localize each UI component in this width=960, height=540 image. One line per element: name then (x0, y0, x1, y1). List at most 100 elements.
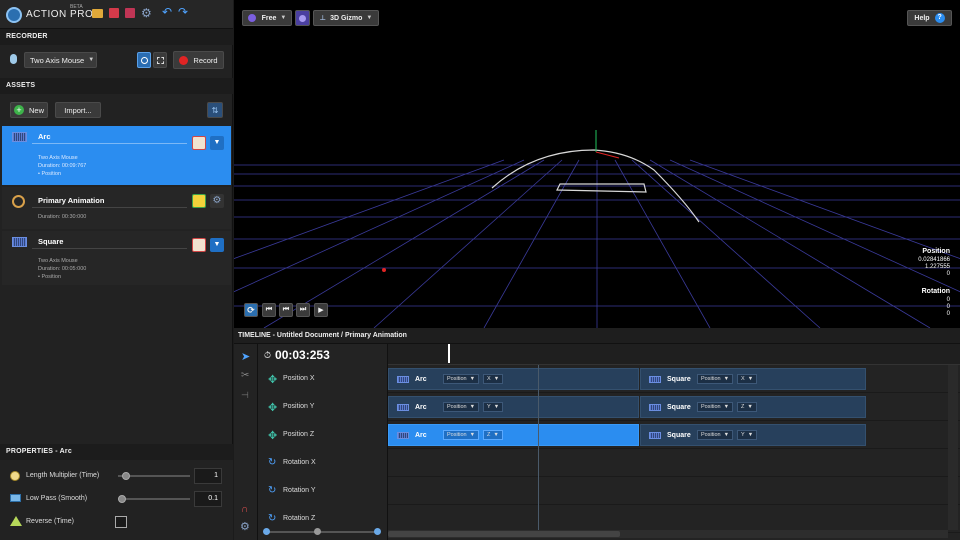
help-button[interactable]: Help ? (907, 10, 952, 26)
chevron-down-icon: ▼ (469, 376, 476, 382)
position-z-value: 0 (946, 271, 950, 277)
horizontal-scrollbar[interactable] (388, 530, 948, 538)
time-ruler[interactable] (388, 344, 960, 365)
left-panel: ACTION PRO BETA ⚙ ↶ ↷ RECORDER Two Axis … (0, 0, 233, 540)
zoom-slider[interactable] (263, 528, 381, 535)
record-button[interactable]: Record (173, 51, 224, 69)
clip-arc[interactable]: Arc Position ▼ X ▼ (388, 368, 639, 390)
help-question-icon: ? (934, 13, 945, 23)
timecode-display: ⏱ 00:03:253 (264, 347, 330, 363)
track-position-z[interactable]: ✥ Position Z (258, 421, 388, 449)
zoom-slider-knob[interactable] (374, 528, 381, 535)
recorder-header: RECORDER (0, 29, 233, 45)
clip-arc-selected[interactable]: Arc Position ▼ Z ▼ (388, 424, 639, 446)
clip-square[interactable]: Square Position ▼ X ▼ (640, 368, 866, 390)
low-pass-slider[interactable] (118, 495, 190, 503)
clip-property-dropdown[interactable]: Position ▼ (443, 430, 480, 440)
slider-knob[interactable] (118, 495, 126, 503)
clip-axis-dropdown[interactable]: Y ▼ (483, 402, 504, 412)
settings-gear-icon[interactable]: ⚙ (141, 6, 152, 20)
scrollbar-thumb[interactable] (388, 531, 620, 537)
property-label: Reverse (Time) (26, 518, 74, 525)
gizmo-toggle-button[interactable] (295, 10, 310, 26)
chevron-down-icon: ▼ (493, 432, 499, 438)
scissors-icon[interactable]: ✂ (241, 370, 249, 381)
asset-meta-line: Two Axis Mouse (38, 258, 78, 264)
clip-axis-dropdown[interactable]: Z ▼ (483, 430, 503, 440)
asset-item-primary-animation[interactable]: Primary Animation Duration: 00:30:000 ⚙ (2, 187, 231, 229)
rotate-icon: ↻ (268, 485, 277, 496)
loop-button[interactable]: ⟳ (244, 303, 258, 317)
asset-color-icon[interactable] (192, 238, 206, 252)
clip-axis-dropdown[interactable]: Z ▼ (737, 402, 757, 412)
asset-item-arc[interactable]: Arc Two Axis Mouse Duration: 00:09:767 •… (2, 126, 231, 185)
clip-square[interactable]: Square Position ▼ Y ▼ (640, 424, 866, 446)
asset-color-icon[interactable] (192, 194, 206, 208)
split-icon[interactable]: ⊣ (241, 390, 249, 401)
track-rotation-y[interactable]: ↻ Rotation Y (258, 477, 388, 505)
select-cursor-icon[interactable]: ➤ (241, 350, 250, 363)
clip-axis-dropdown[interactable]: Y ▼ (737, 430, 758, 440)
chevron-down-icon: ▼ (747, 376, 754, 382)
track-rotation-z[interactable]: ↻ Rotation Z (258, 505, 388, 533)
clip-property-dropdown[interactable]: Position ▼ (697, 430, 734, 440)
asset-item-square[interactable]: Square Two Axis Mouse Duration: 00:05:00… (2, 231, 231, 285)
device-dropdown[interactable]: Two Axis Mouse ▼ (24, 52, 97, 68)
save-as-icon[interactable] (125, 8, 135, 18)
gizmo-mode-dropdown[interactable]: ⊥ 3D Gizmo ▼ (313, 10, 379, 26)
clip-square[interactable]: Square Position ▼ Z ▼ (640, 396, 866, 418)
clip-property-dropdown[interactable]: Position ▼ (697, 374, 734, 384)
redo-icon[interactable]: ↷ (178, 5, 188, 19)
playhead[interactable] (448, 344, 450, 363)
timeline-toolbar: ➤ ✂ ⊣ ∩ ⚙ (234, 344, 258, 540)
reverse-checkbox[interactable] (115, 516, 127, 528)
undo-icon[interactable]: ↶ (162, 5, 172, 19)
length-multiplier-slider[interactable] (118, 472, 190, 480)
target-mode-button[interactable] (137, 52, 151, 68)
save-icon[interactable] (109, 8, 119, 18)
track-rotation-x[interactable]: ↻ Rotation X (258, 449, 388, 477)
asset-color-icon[interactable] (192, 136, 206, 150)
clip-waveform-icon (649, 375, 661, 383)
step-forward-button[interactable]: ⏭ (296, 303, 310, 317)
properties-header: PROPERTIES - Arc (0, 444, 233, 460)
play-button[interactable]: ▶ (314, 303, 328, 317)
skip-to-start-button[interactable]: ⏮ (262, 303, 276, 317)
chevron-down-icon: ▼ (723, 404, 730, 410)
chevron-down-icon: ▼ (493, 376, 500, 382)
zoom-slider-knob[interactable] (314, 528, 321, 535)
clip-property-dropdown[interactable]: Position ▼ (697, 402, 734, 412)
chevron-down-icon: ▼ (366, 15, 373, 21)
clip-name: Arc (415, 375, 427, 383)
fullscreen-button[interactable] (153, 52, 167, 68)
asset-filter-icon[interactable]: ▼ (210, 238, 224, 252)
magnet-icon[interactable]: ∩ (241, 504, 248, 515)
step-back-button[interactable]: ⏮ (279, 303, 293, 317)
timeline-settings-gear-icon[interactable]: ⚙ (240, 520, 250, 533)
length-multiplier-row: Length Multiplier (Time) 1 (0, 466, 233, 486)
asset-settings-gear-icon[interactable]: ⚙ (210, 194, 224, 208)
clip-axis-dropdown[interactable]: X ▼ (483, 374, 504, 384)
low-pass-value[interactable]: 0.1 (194, 491, 222, 507)
clip-property-dropdown[interactable]: Position ▼ (443, 374, 480, 384)
asset-filter-icon[interactable]: ▼ (210, 136, 224, 150)
clip-property-dropdown[interactable]: Position ▼ (443, 402, 480, 412)
new-asset-button[interactable]: + New (10, 102, 48, 118)
track-position-x[interactable]: ✥ Position X (258, 365, 388, 393)
clip-axis-dropdown[interactable]: X ▼ (737, 374, 758, 384)
import-button[interactable]: Import... (55, 102, 101, 118)
3d-viewport[interactable]: Free ▼ ⊥ 3D Gizmo ▼ Help ? Position 0.02… (234, 0, 960, 328)
envelope-icon (10, 494, 21, 502)
track-position-y[interactable]: ✥ Position Y (258, 393, 388, 421)
timeline-lanes[interactable]: Arc Position ▼ X ▼ Square Position ▼ X ▼ Arc… (388, 344, 960, 540)
vertical-scrollbar[interactable] (948, 365, 958, 530)
clip-arc[interactable]: Arc Position ▼ Y ▼ (388, 396, 639, 418)
camera-mode-label: Free (261, 14, 277, 22)
slider-knob[interactable] (121, 472, 130, 480)
camera-mode-dropdown[interactable]: Free ▼ (242, 10, 292, 26)
sort-button[interactable]: ⇅ (207, 102, 223, 118)
length-multiplier-value[interactable]: 1 (194, 468, 222, 484)
open-folder-icon[interactable] (92, 9, 103, 18)
zoom-slider-knob[interactable] (263, 528, 270, 535)
top-toolbar: ACTION PRO BETA ⚙ ↶ ↷ (0, 0, 233, 29)
